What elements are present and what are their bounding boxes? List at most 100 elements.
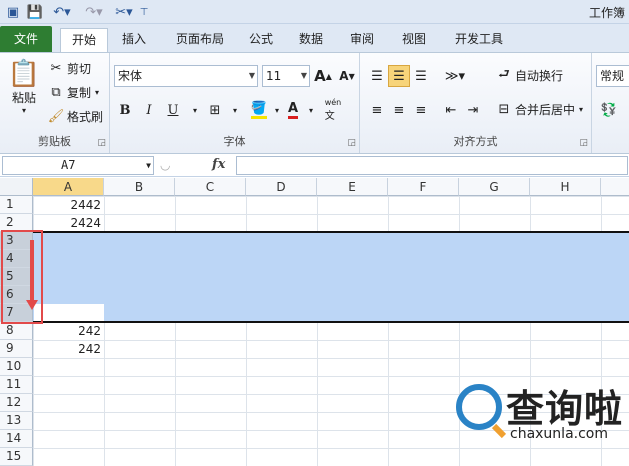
tab-insert[interactable]: 插入 [112,28,156,52]
column-header-partial[interactable] [601,178,629,196]
clipboard-group-label: 剪贴板 [38,135,71,148]
copy-button[interactable]: ⧉ 复制 ▾ [48,84,99,101]
clipboard-group: 📋 粘贴 ▾ ✂ 剪切 ⧉ 复制 ▾ 🖌 格式刷 剪贴板 ◲ [0,53,110,153]
tab-developer[interactable]: 开发工具 [444,28,514,52]
selection-highlight [33,232,629,322]
column-header-c[interactable]: C [175,178,246,196]
orientation-button[interactable]: ≫▾ [440,65,470,87]
excel-app-icon[interactable]: ▣ [4,3,22,21]
row-header-10[interactable]: 10 [0,358,33,376]
bold-button[interactable]: B [114,99,136,121]
align-left-icon: ≡ [371,102,383,118]
tab-data[interactable]: 数据 [290,28,332,52]
format-painter-label: 格式刷 [67,110,104,124]
tools-icon[interactable]: ✂▾ [112,3,136,21]
formula-bar-splitter[interactable]: ◡ [160,158,170,172]
cell-a8[interactable]: 242 [33,322,104,340]
format-painter-button[interactable]: 🖌 格式刷 [48,108,103,125]
row-header-13[interactable]: 13 [0,412,33,430]
phonetic-icon: wén 文 [324,97,342,122]
cell-a1[interactable]: 2442 [33,196,104,214]
grow-font-button[interactable]: A ▲ [312,65,334,87]
cell-a9[interactable]: 242 [33,340,104,358]
align-bottom-button[interactable]: ☰ [410,65,432,87]
row-header-8[interactable]: 8 [0,322,33,340]
column-header-a[interactable]: A [33,178,104,196]
column-header-e[interactable]: E [317,178,388,196]
decrease-indent-button[interactable]: ⇤ [440,99,462,121]
align-middle-button[interactable]: ☰ [388,65,410,87]
wrap-text-button[interactable]: ⮐ 自动换行 [496,67,563,84]
dialog-launcher-icon[interactable]: ◲ [579,138,588,148]
select-all-corner[interactable] [0,178,33,196]
align-center-icon: ≡ [393,102,405,118]
row-header-14[interactable]: 14 [0,430,33,448]
font-size-select[interactable]: 11 ▼ [262,65,310,87]
borders-dropdown[interactable]: ▾ [224,99,246,121]
dialog-launcher-icon[interactable]: ◲ [347,138,356,148]
column-header-h[interactable]: H [530,178,601,196]
currency-icon: 💱 [600,102,618,118]
chevron-down-icon: ▾ [192,105,197,115]
cell-a2[interactable]: 2424 [33,214,104,232]
tab-review[interactable]: 审阅 [340,28,384,52]
active-cell[interactable] [34,304,104,321]
window-title: 工作簿 [588,6,625,20]
insert-function-icon[interactable]: fx [212,157,225,172]
watermark-logo: 查询啦 chaxunla.com [448,378,628,466]
customize-icon[interactable]: ⊤ [138,3,150,21]
column-header-f[interactable]: F [388,178,459,196]
name-box-value: A7 [61,158,76,172]
formula-input[interactable] [236,156,628,175]
merge-center-button[interactable]: ⊟ 合并后居中 ▾ [496,101,583,118]
row-header-1[interactable]: 1 [0,196,33,214]
phonetic-button[interactable]: wén 文 [320,97,346,122]
tab-view[interactable]: 视图 [392,28,436,52]
scissors-icon: ✂ [50,61,62,76]
tab-file[interactable]: 文件 [0,26,52,52]
underline-button[interactable]: U [162,99,184,121]
chevron-down-icon: ▼ [248,71,255,80]
tab-home[interactable]: 开始 [60,28,108,52]
align-left-button[interactable]: ≡ [366,99,388,121]
borders-button[interactable]: ⊞ [204,99,226,121]
orientation-icon: ≫▾ [444,68,466,84]
tab-formulas[interactable]: 公式 [240,28,282,52]
redo-icon[interactable]: ↷▾ [80,3,108,21]
save-icon[interactable]: 💾 [26,3,44,21]
number-format-select[interactable]: 常规 [596,65,629,87]
column-header-g[interactable]: G [459,178,530,196]
brush-icon: 🖌 [47,109,65,124]
copy-label: 复制 [67,86,92,100]
dialog-launcher-icon[interactable]: ◲ [97,138,106,148]
chevron-down-icon: ▾ [308,105,313,115]
underline-dropdown[interactable]: ▾ [184,99,206,121]
font-color-dropdown[interactable]: ▾ [300,99,322,121]
font-name-select[interactable]: 宋体 ▼ [114,65,258,87]
cut-label: 剪切 [67,62,92,76]
undo-icon[interactable]: ↶▾ [48,3,76,21]
cut-button[interactable]: ✂ 剪切 [48,60,91,77]
align-center-button[interactable]: ≡ [388,99,410,121]
italic-button[interactable]: I [138,99,160,121]
paste-button[interactable]: 📋 粘贴 ▾ [6,59,42,117]
ribbon-tabs: 文件 开始 插入 页面布局 公式 数据 审阅 视图 开发工具 [0,24,629,52]
column-header-d[interactable]: D [246,178,317,196]
font-group-label: 字体 [223,135,246,148]
tab-page-layout[interactable]: 页面布局 [164,28,236,52]
row-header-11[interactable]: 11 [0,376,33,394]
column-header-b[interactable]: B [104,178,175,196]
increase-indent-button[interactable]: ⇥ [462,99,484,121]
accounting-format-button[interactable]: 💱 [598,99,620,121]
name-box[interactable]: A7 ▼ [2,156,154,175]
row-header-9[interactable]: 9 [0,340,33,358]
align-top-button[interactable]: ☰ [366,65,388,87]
alignment-group-label: 对齐方式 [453,135,498,148]
chevron-down-icon: ▼ [300,71,307,80]
wrap-text-label: 自动换行 [515,69,564,83]
quick-access-toolbar: ▣ 💾 ↶▾ ↷▾ ✂▾ ⊤ 工作簿 [0,0,629,24]
row-header-15[interactable]: 15 [0,448,33,466]
row-header-12[interactable]: 12 [0,394,33,412]
align-right-button[interactable]: ≡ [410,99,432,121]
shrink-font-button[interactable]: A ▼ [336,65,358,87]
